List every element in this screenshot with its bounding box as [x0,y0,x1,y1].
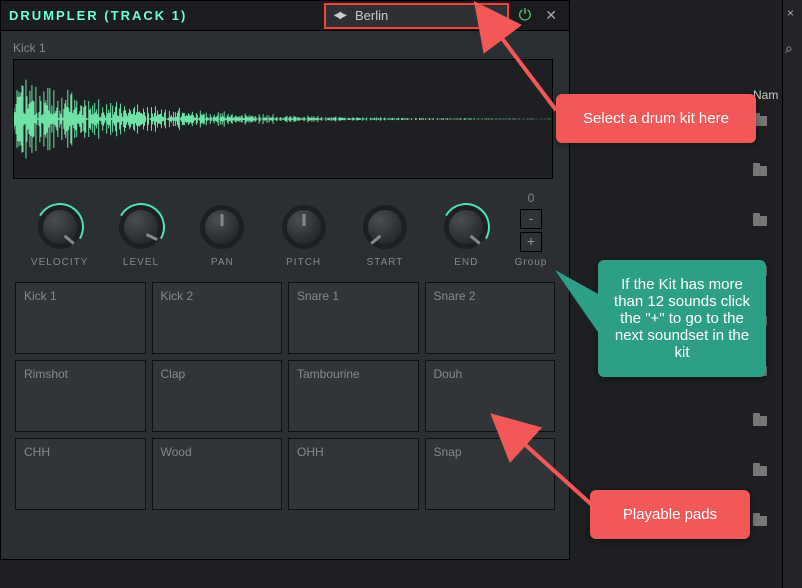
titlebar: DRUMPLER (TRACK 1) ◀▶ Berlin ▼ ⏻ ✕ [1,1,569,31]
knob-pitch: PITCH [263,205,344,268]
preset-name: Berlin [355,8,489,23]
plugin-window: DRUMPLER (TRACK 1) ◀▶ Berlin ▼ ⏻ ✕ Kick … [0,0,570,560]
panel-close-icon[interactable]: × [787,6,794,20]
chevron-down-icon[interactable]: ▼ [489,10,499,21]
waveform-display[interactable] [13,59,553,179]
knob[interactable] [119,205,163,249]
knob-label: PITCH [286,257,321,268]
group-next-button[interactable]: + [520,232,542,252]
column-header-name: Nam [753,88,778,102]
pad[interactable]: Kick 1 [15,282,146,354]
side-panel: × ⌕ Nam [782,0,802,588]
plugin-body: Kick 1 VELOCITY LEVEL PAN PITCH START END 0 - + G… [1,31,569,520]
knob[interactable] [38,205,82,249]
pad[interactable]: Snare 2 [425,282,556,354]
folder-icon[interactable] [753,466,767,476]
pad[interactable]: Clap [152,360,283,432]
knob-label: PAN [211,257,234,268]
knob-label: VELOCITY [31,257,88,268]
pad[interactable]: Kick 2 [152,282,283,354]
knob[interactable] [444,205,488,249]
knob-label: LEVEL [123,257,159,268]
callout-kit: Select a drum kit here [556,94,756,143]
power-icon[interactable]: ⏻ [519,7,532,25]
callout-text: Playable pads [623,506,717,523]
plugin-track: (TRACK 1) [104,8,187,23]
pad[interactable]: Tambourine [288,360,419,432]
callout-text: Select a drum kit here [583,110,729,127]
knob-row: VELOCITY LEVEL PAN PITCH START END 0 - + Group [13,191,557,282]
sample-name: Kick 1 [13,41,557,55]
preset-selector[interactable]: ◀▶ Berlin ▼ [326,5,507,27]
group-prev-button[interactable]: - [520,209,542,229]
pad[interactable]: OHH [288,438,419,510]
pad[interactable]: Snare 1 [288,282,419,354]
folder-icon[interactable] [753,166,767,176]
knob-velocity: VELOCITY [19,205,100,268]
pad[interactable]: Douh [425,360,556,432]
knob-pan: PAN [182,205,263,268]
pad[interactable]: Wood [152,438,283,510]
knob-end: END [426,205,507,268]
folder-icon[interactable] [753,516,767,526]
plugin-name: DRUMPLER [9,8,99,23]
group-column: 0 - + Group [511,191,551,268]
knob[interactable] [363,205,407,249]
group-number: 0 [528,191,535,205]
close-icon[interactable]: ✕ [541,7,561,24]
folder-icon[interactable] [753,416,767,426]
knob-label: START [367,257,404,268]
knob[interactable] [200,205,244,249]
knob-label: END [454,257,478,268]
preset-prevnext-icon[interactable]: ◀▶ [334,10,345,21]
plugin-title: DRUMPLER (TRACK 1) [9,8,324,23]
pad[interactable]: Rimshot [15,360,146,432]
callout-group: If the Kit has more than 12 sounds click… [598,260,766,377]
pads-grid: Kick 1Kick 2Snare 1Snare 2 RimshotClapTam… [13,282,557,510]
callout-pads: Playable pads [590,490,750,539]
folder-icon[interactable] [753,216,767,226]
search-icon[interactable]: ⌕ [785,40,793,57]
pad[interactable]: CHH [15,438,146,510]
preset-highlight: ◀▶ Berlin ▼ [324,3,509,29]
knob-level: LEVEL [100,205,181,268]
group-label: Group [515,257,548,268]
knob[interactable] [282,205,326,249]
pad[interactable]: Snap [425,438,556,510]
knob-start: START [344,205,425,268]
callout-text: If the Kit has more than 12 sounds click… [614,276,750,361]
